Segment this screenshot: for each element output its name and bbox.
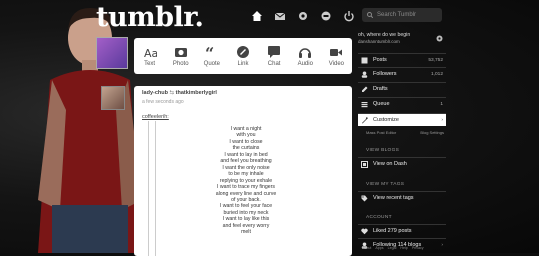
search-input[interactable]: Search Tumblr	[377, 12, 416, 18]
view-blogs-header: VIEW BLOGS	[366, 148, 400, 153]
blog-settings-gear-icon[interactable]	[436, 35, 443, 42]
reblogged-from-link[interactable]: thatkimberlygirl	[176, 90, 217, 96]
drafts-icon	[358, 84, 370, 94]
mail-icon[interactable]	[271, 8, 288, 24]
footer-link-privacy[interactable]: Privacy	[412, 246, 424, 250]
post-body: I want a night with you I want to close …	[156, 126, 336, 236]
post-quote-button[interactable]: “ Quote	[196, 38, 227, 74]
gear-icon[interactable]	[294, 8, 311, 24]
video-icon	[330, 49, 343, 56]
svg-text:“: “	[205, 45, 214, 59]
headphones-icon	[299, 48, 312, 58]
search-box[interactable]: Search Tumblr	[362, 8, 442, 22]
post-chat-button[interactable]: Chat	[259, 38, 290, 74]
footer-link-help[interactable]: Help	[400, 246, 407, 250]
camera-icon	[174, 48, 187, 57]
post-type-bar: Aa Text Photo “ Quote Link Chat Audio Vi…	[134, 38, 352, 74]
post-video-button[interactable]: Video	[321, 38, 352, 74]
view-on-dash-row[interactable]: View on Dash	[358, 157, 446, 170]
sidebar-item-posts[interactable]: Posts 53,752	[358, 53, 446, 66]
post-text-button[interactable]: Aa Text	[134, 38, 165, 74]
link-icon	[236, 46, 249, 58]
blog-name[interactable]: oh, where do we begin	[358, 32, 410, 38]
user-avatar[interactable]	[96, 37, 128, 69]
post-audio-button[interactable]: Audio	[290, 38, 321, 74]
reblog-icon: ⇆	[169, 90, 175, 96]
posts-icon	[358, 55, 370, 65]
post-author-avatar[interactable]	[101, 86, 125, 110]
reblog-quote-inner: I want a night with you I want to close …	[155, 121, 336, 256]
svg-text:Aa: Aa	[144, 47, 157, 59]
messaging-icon[interactable]	[317, 8, 334, 24]
tag-icon	[358, 193, 370, 203]
post-author-link[interactable]: lady-chub	[142, 90, 168, 96]
quote-icon: “	[205, 45, 214, 59]
post-header: lady-chub ⇆ thatkimberlygirl	[142, 90, 217, 96]
footer-link-apps[interactable]: Apps	[375, 246, 383, 250]
sidebar-item-queue[interactable]: Queue 1	[358, 97, 446, 110]
background-photo	[38, 8, 142, 253]
chat-icon	[268, 46, 281, 58]
blog-settings-link[interactable]: Blog Settings	[420, 130, 444, 135]
home-icon[interactable]	[248, 8, 265, 24]
followers-icon	[358, 69, 370, 79]
customize-icon	[358, 115, 370, 125]
search-icon	[367, 12, 373, 18]
sidebar-item-customize[interactable]: Customize ›	[358, 113, 446, 126]
sidebar-item-followers[interactable]: Followers 1,012	[358, 67, 446, 80]
mass-post-editor-link[interactable]: Mass Post Editor	[366, 130, 396, 135]
footer-link-about[interactable]: About	[362, 246, 371, 250]
chevron-right-icon: ›	[441, 242, 443, 248]
chevron-right-icon: ›	[441, 117, 443, 123]
blog-url[interactable]: danshanntumblr.com	[358, 39, 400, 44]
top-navigation	[248, 8, 357, 24]
sidebar-item-liked[interactable]: Liked 279 posts	[358, 224, 446, 237]
tumblr-logo[interactable]: tumblr.	[96, 2, 204, 33]
source-user-link[interactable]: coffeelerih:	[142, 114, 169, 120]
queue-icon	[358, 99, 370, 109]
post-timestamp: a few seconds ago	[142, 99, 184, 105]
footer-link-legal[interactable]: Legal	[388, 246, 397, 250]
post-photo-button[interactable]: Photo	[165, 38, 196, 74]
post-link-button[interactable]: Link	[227, 38, 258, 74]
poem-line: melt	[241, 229, 251, 236]
text-icon: Aa	[144, 47, 157, 59]
footer-links: About Apps Legal Help Privacy	[362, 246, 424, 250]
view-recent-tags-row[interactable]: View recent tags	[358, 191, 446, 204]
view-my-tags-header: VIEW MY TAGS	[366, 182, 405, 187]
heart-icon	[358, 226, 370, 236]
reblog-quote-outer: I want a night with you I want to close …	[148, 121, 339, 256]
power-icon[interactable]	[340, 8, 357, 24]
account-header: ACCOUNT	[366, 215, 392, 220]
post-card: lady-chub ⇆ thatkimberlygirl a few secon…	[134, 86, 352, 256]
dashboard-icon	[358, 159, 370, 169]
sidebar-item-drafts[interactable]: Drafts	[358, 82, 446, 95]
sidebar-edit-links: Mass Post Editor Blog Settings	[366, 130, 444, 135]
